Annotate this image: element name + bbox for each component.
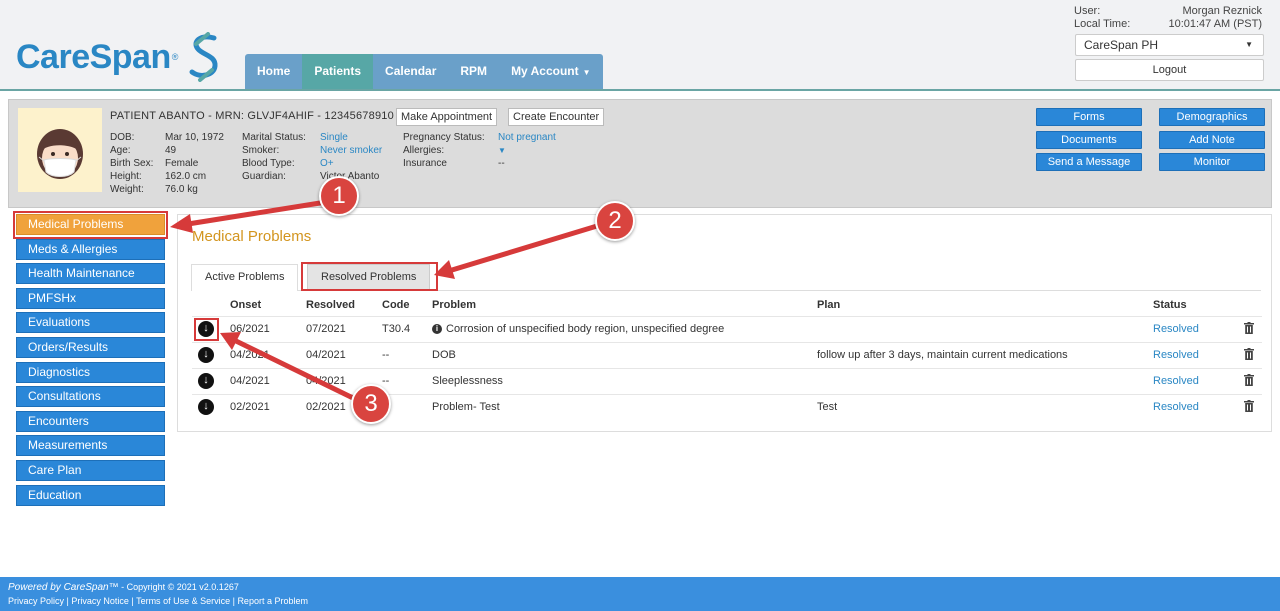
nav-rpm[interactable]: RPM (448, 54, 499, 89)
sidebar-item-orders-results[interactable]: Orders/Results (16, 336, 165, 358)
footer-link-report-problem[interactable]: Report a Problem (237, 596, 308, 606)
blood-type-link[interactable]: O+ (320, 157, 334, 170)
make-appointment-button[interactable]: Make Appointment (396, 108, 498, 126)
expand-down-icon[interactable]: ↓ (198, 321, 214, 337)
col-problem[interactable]: Problem (432, 294, 817, 316)
tab-resolved-problems[interactable]: Resolved Problems (307, 264, 431, 291)
info-icon[interactable]: i (432, 324, 442, 334)
status-link[interactable]: Resolved (1153, 393, 1243, 420)
send-message-button[interactable]: Send a Message (1036, 153, 1142, 171)
patient-avatar (18, 108, 102, 192)
smoker-link[interactable]: Never smoker (320, 144, 382, 157)
col-resolved[interactable]: Resolved (306, 294, 382, 316)
footer-link-privacy-notice[interactable]: Privacy Notice (71, 596, 129, 606)
trash-icon[interactable] (1244, 373, 1254, 386)
sidebar-item-consultations[interactable]: Consultations (16, 386, 165, 408)
patient-clinical: Pregnancy Status: Not pregnant Allergies:… (403, 131, 556, 169)
problem-tabs: Active Problems Resolved Problems (191, 264, 1261, 291)
powered-by: Powered by CareSpan™ (8, 582, 119, 593)
problems-table: Onset Resolved Code Problem Plan Status … (192, 294, 1262, 420)
expand-down-icon[interactable]: ↓ (198, 399, 214, 416)
col-onset[interactable]: Onset (230, 294, 306, 316)
chevron-down-icon: ▼ (1245, 40, 1253, 49)
expand-down-icon[interactable]: ↓ (198, 373, 214, 389)
sidebar-item-health-maintenance[interactable]: Health Maintenance (16, 263, 165, 285)
app-footer: Powered by CareSpan™ - Copyright © 2021 … (0, 577, 1280, 611)
logo-s-icon (189, 32, 218, 82)
nav-my-account[interactable]: My Account ▼ (499, 54, 602, 89)
marital-status-link[interactable]: Single (320, 131, 348, 144)
patient-avatar-icon (37, 129, 83, 179)
patient-social: Marital Status: Single Smoker: Never smoke… (242, 131, 383, 182)
col-plan[interactable]: Plan (817, 294, 1153, 316)
copyright: - Copyright © 2021 v2.0.1267 (118, 582, 239, 592)
trash-icon[interactable] (1244, 347, 1254, 360)
user-info: User: Morgan Reznick Local Time: 10:01:47 … (1074, 5, 1262, 31)
table-row: ↓ 02/2021 02/2021 -- Problem- Test Test … (192, 393, 1262, 420)
main-nav: Home Patients Calendar RPM My Account ▼ (245, 54, 603, 89)
logout-button[interactable]: Logout (1075, 59, 1264, 81)
add-note-button[interactable]: Add Note (1159, 131, 1265, 149)
monitor-button[interactable]: Monitor (1159, 153, 1265, 171)
patient-vitals: DOB: Mar 10, 1972 Age: 49 Birth Sex: Female… (110, 132, 224, 195)
forms-button[interactable]: Forms (1036, 108, 1142, 126)
org-select[interactable]: CareSpan PH ▼ (1075, 34, 1264, 56)
carespan-logo[interactable]: CareSpan ® (16, 32, 222, 82)
tab-active-problems[interactable]: Active Problems (191, 264, 299, 291)
table-row: ↓ 04/2021 04/2021 -- DOB follow up after… (192, 341, 1262, 368)
trash-icon[interactable] (1244, 399, 1254, 412)
medical-problems-panel: Medical Problems Active Problems Resolve… (177, 214, 1272, 432)
create-encounter-button[interactable]: Create Encounter (508, 108, 605, 126)
sidebar-item-pmfshx[interactable]: PMFSHx (16, 287, 165, 309)
app-header: CareSpan ® Home Patients Calendar RPM My… (0, 0, 1280, 91)
local-time-value: 10:01:47 AM (PST) (1168, 18, 1262, 30)
footer-link-terms[interactable]: Terms of Use & Service (136, 596, 230, 606)
footer-link-privacy-policy[interactable]: Privacy Policy (8, 596, 64, 606)
sidebar: Medical Problems Meds & Allergies Health… (16, 214, 165, 509)
local-time-label: Local Time: (1074, 18, 1131, 30)
user-label: User: (1074, 5, 1101, 17)
sidebar-item-meds-allergies[interactable]: Meds & Allergies (16, 238, 165, 260)
trash-icon[interactable] (1244, 321, 1254, 334)
sidebar-item-care-plan[interactable]: Care Plan (16, 459, 165, 481)
status-link[interactable]: Resolved (1153, 315, 1243, 342)
sidebar-item-education[interactable]: Education (16, 484, 165, 506)
nav-home[interactable]: Home (245, 54, 302, 89)
table-row: ↓ 04/2021 04/2021 -- Sleeplessness Resol… (192, 367, 1262, 394)
status-link[interactable]: Resolved (1153, 367, 1243, 394)
sidebar-item-diagnostics[interactable]: Diagnostics (16, 361, 165, 383)
pregnancy-status-link[interactable]: Not pregnant (498, 131, 556, 144)
col-status[interactable]: Status (1153, 294, 1243, 316)
logo-wordmark: CareSpan (16, 37, 171, 76)
nav-calendar[interactable]: Calendar (373, 54, 448, 89)
allergies-dropdown-icon[interactable]: ▼ (498, 144, 506, 157)
demographics-button[interactable]: Demographics (1159, 108, 1265, 126)
sidebar-item-measurements[interactable]: Measurements (16, 435, 165, 457)
sidebar-item-evaluations[interactable]: Evaluations (16, 312, 165, 334)
table-header-row: Onset Resolved Code Problem Plan Status (192, 294, 1262, 316)
patient-summary: PATIENT ABANTO - MRN: GLVJF4AHIF - 12345… (8, 99, 1272, 208)
status-link[interactable]: Resolved (1153, 341, 1243, 368)
page-title: Medical Problems (192, 228, 312, 245)
sidebar-item-encounters[interactable]: Encounters (16, 410, 165, 432)
caret-down-icon: ▼ (582, 68, 591, 77)
logo-registered-mark: ® (171, 52, 179, 62)
user-name: Morgan Reznick (1182, 5, 1262, 17)
sidebar-item-medical-problems[interactable]: Medical Problems (16, 214, 165, 235)
nav-patients[interactable]: Patients (302, 54, 374, 89)
documents-button[interactable]: Documents (1036, 131, 1142, 149)
patient-title: PATIENT ABANTO - MRN: GLVJF4AHIF - 12345… (110, 110, 394, 122)
col-code[interactable]: Code (382, 294, 432, 316)
expand-down-icon[interactable]: ↓ (198, 347, 214, 363)
table-row: ↓ 06/2021 07/2021 T30.4 i Corrosion of un… (192, 315, 1262, 342)
